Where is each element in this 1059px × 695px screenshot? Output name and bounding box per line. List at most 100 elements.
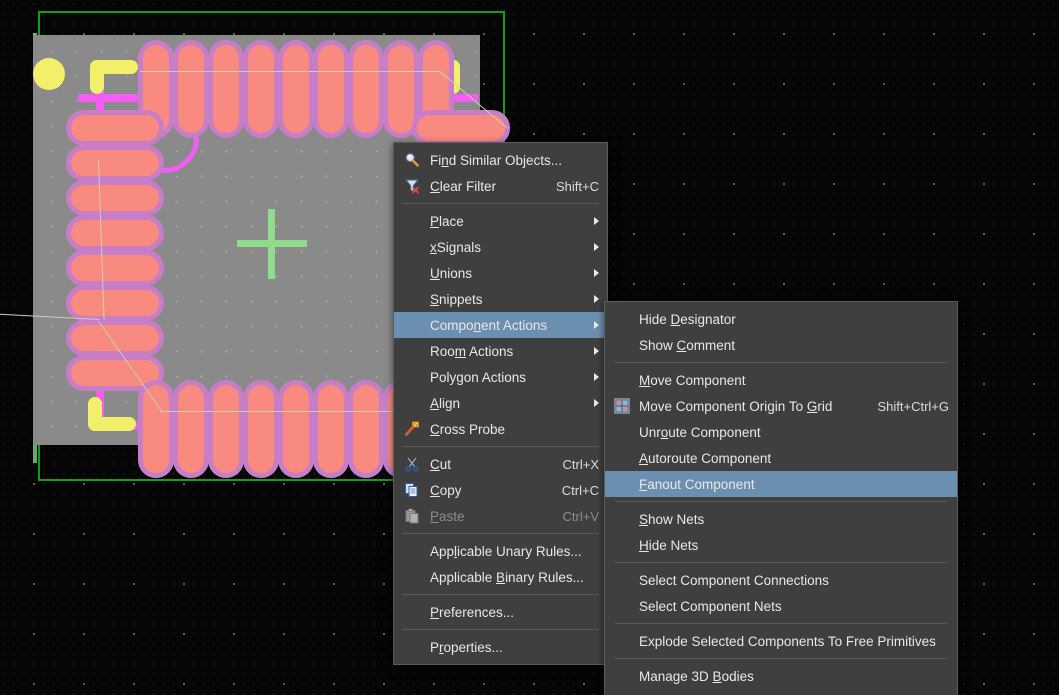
menu-item-label: Snippets <box>430 291 483 307</box>
submenu-item-hide-nets[interactable]: Hide Nets <box>605 532 957 558</box>
menu-item-accel: Shift+Ctrl+G <box>877 398 949 414</box>
pad-bottom-3[interactable] <box>208 380 244 478</box>
menu-item-label: Component Actions <box>430 317 548 333</box>
menu-item-preferences[interactable]: Preferences... <box>394 599 607 625</box>
menu-icon-slot <box>605 445 639 471</box>
pad-top-7[interactable] <box>348 40 384 138</box>
menu-item-polygon-actions[interactable]: Polygon Actions <box>394 364 607 390</box>
pad-right-1[interactable] <box>412 110 510 146</box>
menu-item-label: Place <box>430 213 464 229</box>
menu-item-label: Paste <box>430 508 465 524</box>
menu-item-find-similar-objects[interactable]: Find Similar Objects... <box>394 147 607 173</box>
menu-item-label: Manage 3D Bodies <box>639 668 754 684</box>
clear-filter-icon <box>394 173 430 199</box>
pad-top-3[interactable] <box>208 40 244 138</box>
pad-left-4[interactable] <box>66 215 164 251</box>
submenu-item-update-selected-components[interactable]: Update Selected Components From PCB Libr… <box>605 689 957 695</box>
pad-top-5[interactable] <box>278 40 314 138</box>
submenu-item-show-nets[interactable]: Show Nets <box>605 506 957 532</box>
origin-crosshair-vertical <box>268 209 275 279</box>
app-root: Find Similar Objects... Clear Filter Shi… <box>0 0 1059 695</box>
menu-item-accel: Ctrl+X <box>562 456 599 472</box>
menu-item-component-actions[interactable]: Component Actions <box>394 312 607 338</box>
menu-separator <box>615 658 947 659</box>
menu-icon-slot <box>605 532 639 558</box>
pad-left-5[interactable] <box>66 250 164 286</box>
menu-icon-slot <box>605 663 639 689</box>
menu-icon-slot <box>605 471 639 497</box>
pad-top-6[interactable] <box>313 40 349 138</box>
menu-icon-slot <box>394 208 430 234</box>
pad-left-7[interactable] <box>66 320 164 356</box>
menu-item-label: Select Component Connections <box>639 572 829 588</box>
menu-item-applicable-binary-rules[interactable]: Applicable Binary Rules... <box>394 564 607 590</box>
chevron-right-icon <box>594 243 599 251</box>
menu-icon-slot <box>605 593 639 619</box>
submenu-item-move-component[interactable]: Move Component <box>605 367 957 393</box>
submenu-item-explode-selected-components[interactable]: Explode Selected Components To Free Prim… <box>605 628 957 654</box>
pad-bottom-2[interactable] <box>173 380 209 478</box>
menu-separator <box>615 501 947 502</box>
chevron-right-icon <box>594 217 599 225</box>
menu-item-label: Copy <box>430 482 462 498</box>
menu-item-applicable-unary-rules[interactable]: Applicable Unary Rules... <box>394 538 607 564</box>
chevron-right-icon <box>594 295 599 303</box>
menu-item-xsignals[interactable]: xSignals <box>394 234 607 260</box>
menu-item-copy[interactable]: Copy Ctrl+C <box>394 477 607 503</box>
menu-item-label: Select Component Nets <box>639 598 782 614</box>
pad-bottom-6[interactable] <box>313 380 349 478</box>
menu-item-paste[interactable]: Paste Ctrl+V <box>394 503 607 529</box>
menu-item-label: Hide Nets <box>639 537 699 553</box>
menu-item-place[interactable]: Place <box>394 208 607 234</box>
menu-item-label: Move Component <box>639 372 746 388</box>
menu-icon-slot <box>394 338 430 364</box>
menu-item-align[interactable]: Align <box>394 390 607 416</box>
pad-left-6[interactable] <box>66 285 164 321</box>
menu-separator <box>615 362 947 363</box>
ratsnest-line-top <box>140 71 440 72</box>
chevron-right-icon <box>594 399 599 407</box>
pad-left-2[interactable] <box>66 145 164 181</box>
menu-icon-slot <box>605 506 639 532</box>
pad-left-1[interactable] <box>66 110 164 146</box>
pad-bottom-1[interactable] <box>138 380 174 478</box>
pad-bottom-4[interactable] <box>243 380 279 478</box>
menu-item-label: Show Comment <box>639 337 736 353</box>
menu-icon-slot <box>394 634 430 660</box>
submenu-item-show-comment[interactable]: Show Comment <box>605 332 957 358</box>
submenu-item-manage-3d-bodies[interactable]: Manage 3D Bodies <box>605 663 957 689</box>
menu-item-label: Autoroute Component <box>639 450 772 466</box>
scissors-icon <box>394 451 430 477</box>
pcb-context-menu[interactable]: Find Similar Objects... Clear Filter Shi… <box>393 142 608 665</box>
submenu-item-select-component-nets[interactable]: Select Component Nets <box>605 593 957 619</box>
pad-bottom-5[interactable] <box>278 380 314 478</box>
grid-origin-icon <box>605 393 639 419</box>
pad-top-4[interactable] <box>243 40 279 138</box>
menu-item-label: Room Actions <box>430 343 514 359</box>
pad-top-2[interactable] <box>173 40 209 138</box>
menu-item-label: Clear Filter <box>430 178 497 194</box>
menu-item-room-actions[interactable]: Room Actions <box>394 338 607 364</box>
component-actions-submenu[interactable]: Hide Designator Show Comment Move Compon… <box>604 301 958 695</box>
menu-item-cut[interactable]: Cut Ctrl+X <box>394 451 607 477</box>
pad-bottom-7[interactable] <box>348 380 384 478</box>
cross-probe-icon <box>394 416 430 442</box>
menu-item-cross-probe[interactable]: Cross Probe <box>394 416 607 442</box>
submenu-item-autoroute-component[interactable]: Autoroute Component <box>605 445 957 471</box>
menu-icon-slot <box>394 260 430 286</box>
submenu-item-move-component-origin-to-grid[interactable]: Move Component Origin To Grid Shift+Ctrl… <box>605 393 957 419</box>
menu-separator <box>402 533 599 534</box>
menu-item-unions[interactable]: Unions <box>394 260 607 286</box>
menu-icon-slot <box>605 689 639 695</box>
menu-item-snippets[interactable]: Snippets <box>394 286 607 312</box>
menu-item-clear-filter[interactable]: Clear Filter Shift+C <box>394 173 607 199</box>
submenu-item-hide-designator[interactable]: Hide Designator <box>605 306 957 332</box>
pad-left-3[interactable] <box>66 180 164 216</box>
submenu-item-unroute-component[interactable]: Unroute Component <box>605 419 957 445</box>
menu-icon-slot <box>394 234 430 260</box>
menu-item-properties[interactable]: Properties... <box>394 634 607 660</box>
menu-item-accel: Ctrl+V <box>562 508 599 524</box>
submenu-item-select-component-connections[interactable]: Select Component Connections <box>605 567 957 593</box>
chevron-right-icon <box>594 269 599 277</box>
submenu-item-fanout-component[interactable]: Fanout Component <box>605 471 957 497</box>
